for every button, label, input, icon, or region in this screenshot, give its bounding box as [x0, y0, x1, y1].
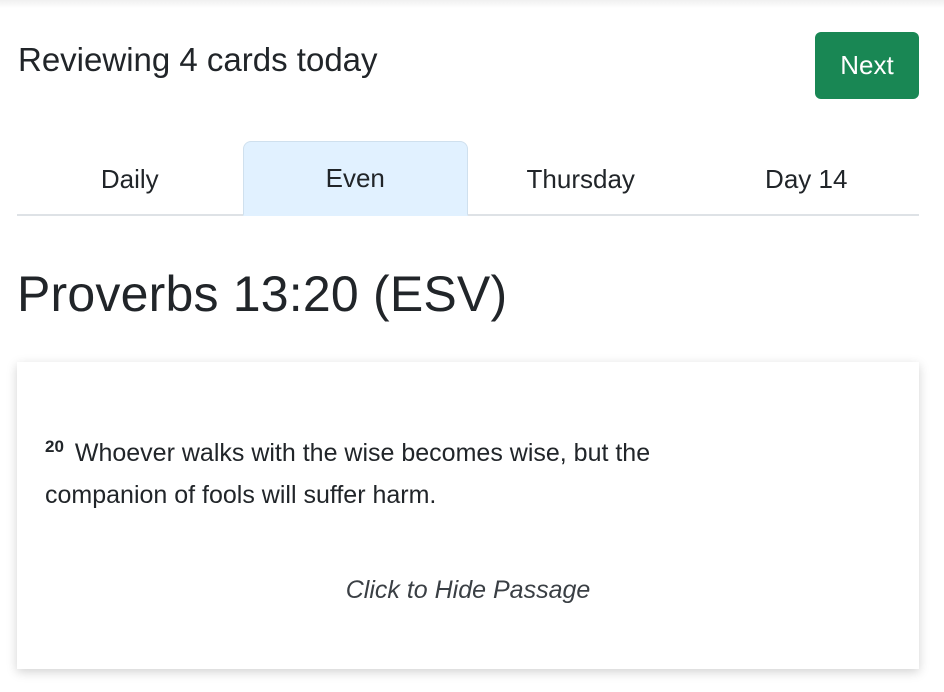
passage-reference: Proverbs 13:20 (ESV): [17, 266, 508, 322]
tab-daily[interactable]: Daily: [17, 141, 243, 216]
passage-text: 20 Whoever walks with the wise becomes w…: [45, 432, 745, 516]
hide-passage-toggle[interactable]: Click to Hide Passage: [17, 576, 919, 605]
header: Reviewing 4 cards today Next: [18, 32, 919, 99]
verse-text: Whoever walks with the wise becomes wise…: [45, 439, 651, 509]
tab-even[interactable]: Even: [242, 141, 468, 216]
review-page: Reviewing 4 cards today Next Daily Even …: [0, 0, 944, 692]
tab-thursday[interactable]: Thursday: [468, 141, 694, 216]
next-button[interactable]: Next: [815, 32, 919, 99]
tab-bar: Daily Even Thursday Day 14: [17, 141, 919, 216]
tab-day-14[interactable]: Day 14: [694, 141, 920, 216]
passage-card[interactable]: 20 Whoever walks with the wise becomes w…: [17, 362, 919, 669]
top-shadow: [0, 0, 944, 8]
page-title: Reviewing 4 cards today: [18, 41, 378, 78]
verse-number: 20: [45, 437, 64, 456]
